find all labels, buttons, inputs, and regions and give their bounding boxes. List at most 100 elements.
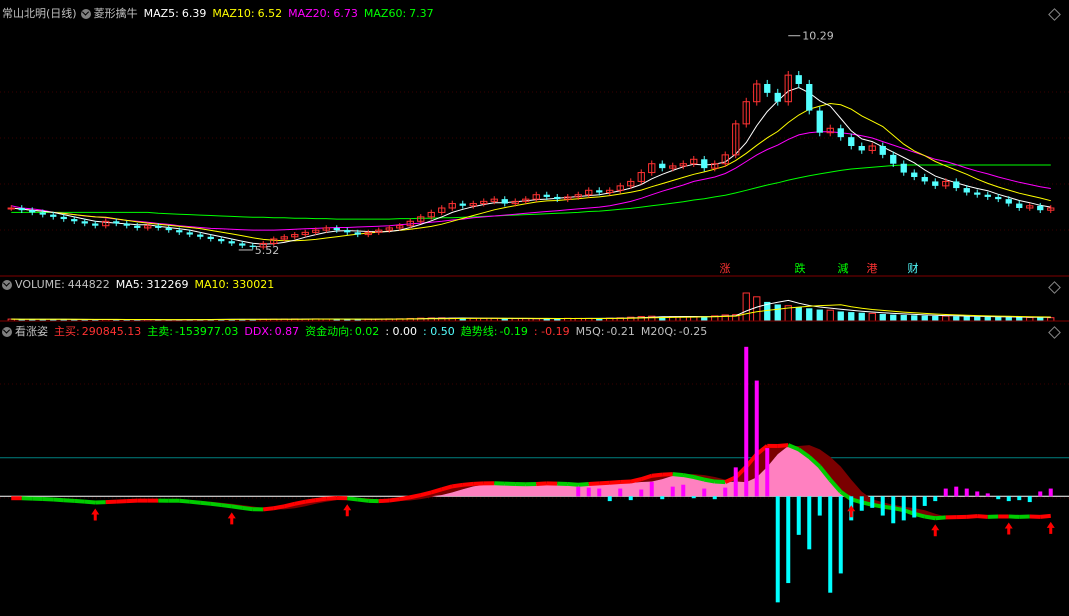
ddx-bar (838, 496, 843, 574)
trend-band-edge (777, 443, 789, 449)
ddx-bar (964, 488, 969, 497)
candle-down (911, 172, 918, 177)
volume-bar (816, 309, 823, 321)
trend-band-edge (588, 481, 600, 487)
candle-down (848, 137, 855, 146)
ddx-bar (586, 487, 591, 497)
ma10-label: MA10: (194, 278, 230, 291)
volume-dropdown-icon[interactable] (2, 279, 12, 290)
maz5-label: MAZ5: (143, 7, 179, 20)
buy-arrow-icon (343, 504, 352, 517)
candle-down (974, 192, 981, 195)
candle-down (1016, 203, 1023, 208)
candle-down (900, 163, 907, 173)
ddx-bar (597, 488, 602, 497)
volume-value: 444822 (67, 278, 110, 291)
indicator-panel: 看涨姿 主买: 290845.13 主卖: -153977.03 DDX: 0.… (0, 322, 1069, 616)
maz60-value: 7.37 (409, 7, 434, 20)
candle-down (858, 146, 865, 151)
maz10-value: 6.52 (257, 7, 283, 20)
trend-band-edge (693, 475, 705, 482)
volume-bar (984, 316, 991, 321)
trend-band-edge (651, 472, 663, 478)
trend-band-edge (200, 500, 211, 506)
volume-bar (742, 292, 750, 322)
trend-band-edge (567, 481, 579, 487)
ddx-bar (1038, 491, 1043, 497)
trend-band-edge (304, 498, 317, 504)
ddx-bar (660, 496, 665, 500)
candle-down (113, 221, 120, 224)
candle-down (554, 196, 561, 200)
indicator-chart (0, 346, 1069, 603)
maz60-line (11, 164, 1051, 220)
buy-arrow-icon (227, 512, 236, 525)
ddx-bar (702, 488, 707, 497)
volume-bar (858, 312, 865, 321)
ddx-bar (670, 486, 675, 497)
maz10-line (11, 102, 1051, 242)
candle-down (963, 188, 970, 193)
maz60-label: MAZ60: (363, 7, 407, 20)
volume-label: VOLUME: (15, 278, 65, 291)
candle-down (953, 181, 960, 189)
maz5-value: 6.39 (181, 7, 207, 20)
trend-band-edge (179, 498, 190, 504)
ddx-bar (891, 496, 896, 524)
ddx-bar (807, 496, 812, 550)
candle-down (176, 230, 183, 233)
maz20-line (11, 131, 1051, 231)
candle-down (239, 243, 246, 246)
ddx-bar (691, 496, 696, 499)
candle-down (890, 154, 897, 164)
candle-down (795, 75, 802, 84)
low-label: 5.52 (255, 244, 280, 257)
signal-label: 涨 (720, 262, 731, 275)
trend-band-edge (935, 515, 946, 521)
candle-down (50, 214, 57, 217)
buy-arrow-icon (847, 505, 856, 518)
candle-down (1037, 205, 1044, 211)
volume-panel: VOLUME: 444822 MA5: 312269 MA10: 330021 (0, 277, 1069, 322)
zhumai2-value: -153977.03 (174, 325, 239, 338)
indicator-panel-dropdown-icon[interactable] (2, 326, 12, 337)
candle-down (596, 190, 603, 193)
trend-band-edge (536, 481, 547, 487)
zhumai2-label: 主卖: (147, 325, 173, 338)
trend-band-edge (53, 497, 64, 503)
ma5-value: 312269 (146, 278, 189, 291)
candle-down (81, 221, 88, 224)
ddx-bar (828, 496, 833, 593)
trend-band-edge (263, 506, 274, 512)
trend-band-edge (74, 498, 85, 504)
m20q-label: M20Q: (640, 325, 677, 338)
ddx-bar (607, 496, 612, 502)
ddx-bar (943, 488, 948, 497)
ddx-bar (1006, 496, 1011, 502)
ddx-bar (723, 487, 728, 497)
trend-band-edge (682, 473, 695, 479)
m5q-value: -0.21 (606, 325, 635, 338)
trend-band-edge (703, 477, 716, 484)
volume-bar (942, 315, 950, 322)
trend-band-edge (294, 499, 306, 506)
indicator-dropdown-icon[interactable] (80, 8, 91, 19)
ddx-bar (933, 496, 938, 502)
candle-down (774, 92, 781, 102)
candle-down (501, 199, 508, 204)
volume-bar (963, 316, 970, 321)
trend-band-edge (378, 498, 390, 504)
price-chart: 10.29 5.52 涨 跌 減 港 财 (0, 30, 1069, 277)
ddx-bar (775, 496, 780, 603)
volume-bar (995, 317, 1002, 321)
zhumai-value: 290845.13 (81, 325, 142, 338)
volume-bar (953, 316, 960, 321)
candle-down (1005, 199, 1012, 204)
trend-band-edge (578, 482, 589, 487)
indicator-name: 菱形擒牛 (93, 7, 138, 20)
maz20-value: 6.73 (333, 7, 358, 20)
volume-bar (911, 315, 918, 321)
value-2: : 0.50 (423, 325, 455, 338)
ddx-value: 0.87 (274, 325, 300, 338)
trend-band-edge (273, 504, 285, 511)
